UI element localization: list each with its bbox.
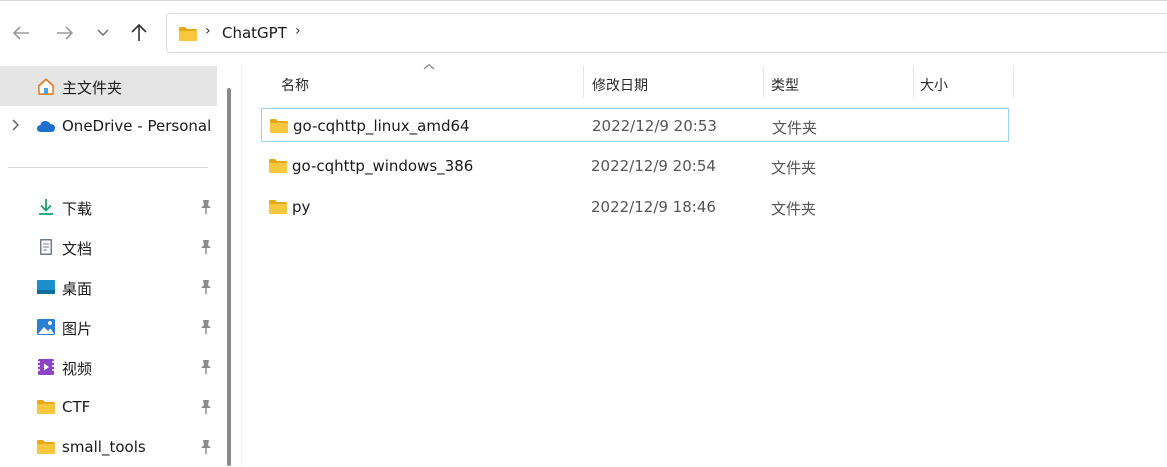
- chevron-down-icon: [97, 29, 109, 36]
- file-row[interactable]: go-cqhttp_windows_386 2022/12/9 20:54 文件…: [261, 149, 1009, 183]
- file-modified: 2022/12/9 20:54: [591, 157, 716, 175]
- sidebar-item-label: 视频: [62, 360, 93, 378]
- pin-icon[interactable]: [199, 319, 213, 335]
- sidebar-item-home[interactable]: 主文件夹: [0, 66, 217, 106]
- forward-button[interactable]: [50, 18, 80, 48]
- sidebar-item-videos[interactable]: 视频: [0, 347, 217, 387]
- sidebar-item-documents[interactable]: 文档: [0, 227, 217, 267]
- folder-icon: [270, 119, 288, 133]
- folder-icon: [37, 400, 55, 414]
- folder-icon: [269, 159, 287, 173]
- sidebar-item-label: OneDrive - Personal: [62, 117, 212, 135]
- pane-divider: [241, 66, 242, 466]
- file-name: go-cqhttp_linux_amd64: [293, 117, 470, 135]
- file-row[interactable]: py 2022/12/9 18:46 文件夹: [261, 190, 1009, 224]
- pin-icon[interactable]: [199, 199, 213, 215]
- column-header-type[interactable]: 类型: [764, 66, 912, 100]
- sidebar-item-ctf[interactable]: CTF: [0, 387, 217, 427]
- file-name: go-cqhttp_windows_386: [292, 157, 474, 175]
- pin-icon[interactable]: [199, 279, 213, 295]
- top-border: [0, 0, 1167, 1]
- desktop-icon: [37, 280, 55, 294]
- folder-icon: [179, 27, 197, 41]
- recent-locations-button[interactable]: [88, 18, 118, 48]
- sidebar-item-onedrive[interactable]: OneDrive - Personal: [0, 106, 217, 146]
- file-modified: 2022/12/9 20:53: [592, 117, 717, 135]
- file-modified: 2022/12/9 18:46: [591, 198, 716, 216]
- home-icon: [37, 78, 55, 95]
- cloud-icon: [37, 121, 55, 132]
- sidebar-item-desktop[interactable]: 桌面: [0, 267, 217, 307]
- column-divider[interactable]: [1013, 66, 1014, 98]
- sidebar-item-label: small_tools: [62, 438, 146, 456]
- chevron-right-icon[interactable]: [10, 119, 20, 131]
- sidebar-item-label: 文档: [62, 240, 93, 258]
- file-row[interactable]: go-cqhttp_linux_amd64 2022/12/9 20:53 文件…: [261, 108, 1009, 142]
- pin-icon[interactable]: [199, 399, 213, 415]
- sidebar-item-label: 下载: [62, 200, 93, 218]
- arrow-right-icon: [57, 26, 74, 40]
- arrow-left-icon: [12, 26, 29, 40]
- file-type: 文件夹: [771, 200, 817, 218]
- column-header-name[interactable]: 名称: [262, 66, 582, 100]
- column-header-modified[interactable]: 修改日期: [584, 66, 762, 100]
- pin-icon[interactable]: [199, 439, 213, 455]
- sidebar-item-small-tools[interactable]: small_tools: [0, 427, 217, 467]
- sidebar-item-label: 桌面: [62, 280, 93, 298]
- sidebar-divider: [8, 167, 208, 168]
- breadcrumb-separator[interactable]: ›: [295, 23, 301, 39]
- column-header-size[interactable]: 大小: [914, 66, 1012, 100]
- folder-icon: [269, 200, 287, 214]
- videos-icon: [38, 359, 54, 375]
- sidebar-scrollbar[interactable]: [227, 88, 231, 466]
- sidebar-item-label: 主文件夹: [62, 79, 123, 97]
- breadcrumb-item[interactable]: ChatGPT: [222, 24, 287, 42]
- file-name: py: [292, 198, 311, 216]
- document-icon: [40, 239, 52, 255]
- up-button[interactable]: [124, 18, 154, 48]
- file-type: 文件夹: [772, 119, 818, 137]
- navigation-pane: 主文件夹 OneDrive - Personal 下载 文档 桌面 图片 视频 …: [0, 66, 240, 466]
- arrow-up-icon: [131, 23, 147, 41]
- pin-icon[interactable]: [199, 239, 213, 255]
- sidebar-item-label: 图片: [62, 320, 93, 338]
- pin-icon[interactable]: [199, 359, 213, 375]
- folder-icon: [37, 440, 55, 454]
- sidebar-item-pictures[interactable]: 图片: [0, 307, 217, 347]
- file-type: 文件夹: [771, 159, 817, 177]
- breadcrumb-separator[interactable]: ›: [205, 23, 211, 39]
- address-bar[interactable]: › ChatGPT ›: [166, 13, 1167, 53]
- sidebar-item-label: CTF: [62, 398, 91, 416]
- pictures-icon: [37, 319, 55, 335]
- back-button[interactable]: [6, 18, 36, 48]
- download-icon: [39, 199, 53, 215]
- sidebar-item-downloads[interactable]: 下载: [0, 187, 217, 227]
